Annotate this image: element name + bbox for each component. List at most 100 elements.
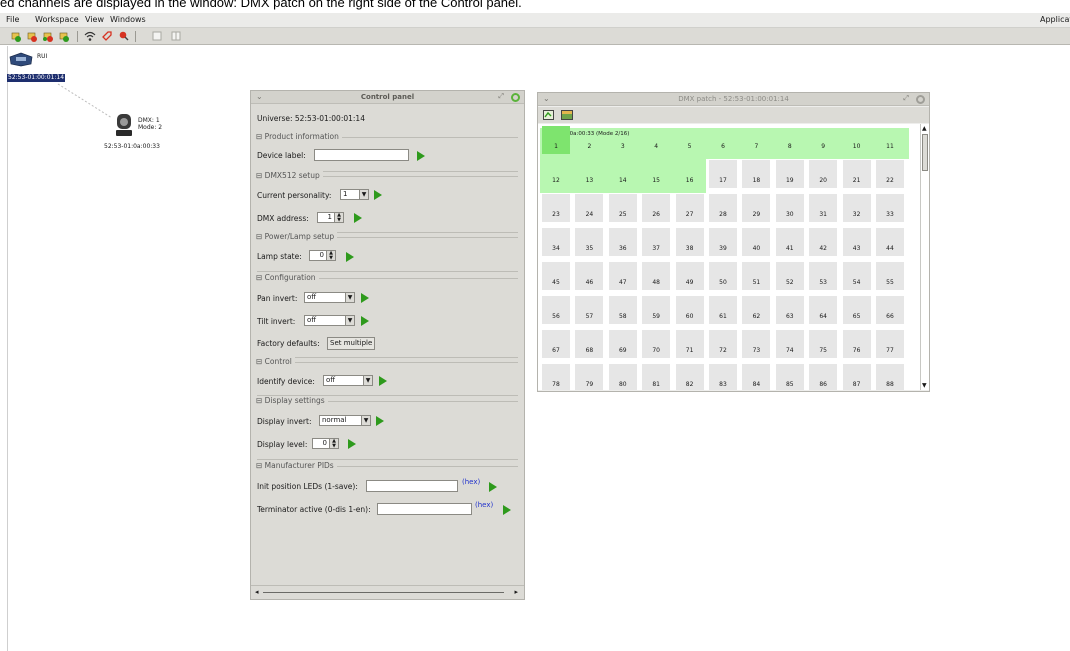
dmx-channel-40[interactable]: 40 [742, 228, 771, 256]
dmx-channel-43[interactable]: 43 [842, 228, 871, 256]
dmx-channel-83[interactable]: 83 [709, 364, 737, 390]
apply-dmx-address-icon[interactable] [354, 213, 362, 223]
terminator-input[interactable] [377, 503, 472, 515]
spin-arrows-icon[interactable]: ▲ ▼ [326, 251, 335, 260]
dmx-channel-grid[interactable]: 52:53-01:0a:00:33 (Mode 2/16) 1 2 3 4 5 6 7 8 9 10… [538, 124, 921, 390]
dmx-channel-21[interactable]: 21 [842, 160, 871, 188]
dmx-channel-64[interactable]: 64 [809, 296, 838, 324]
rui-device-icon[interactable] [9, 51, 33, 67]
scroll-track[interactable] [263, 592, 504, 593]
section-product-information[interactable]: ⊟ Product information [256, 132, 518, 141]
dmx-channel-84[interactable]: 84 [742, 364, 771, 390]
apply-display-level-icon[interactable] [348, 439, 356, 449]
dmx-channel-11[interactable]: 11 [876, 126, 904, 154]
dmx-channel-73[interactable]: 73 [742, 330, 771, 358]
pin-icon[interactable]: ⤢ [903, 94, 909, 103]
dmx-channel-77[interactable]: 77 [876, 330, 904, 358]
section-configuration[interactable]: ⊟ Configuration [256, 273, 518, 282]
dmx-channel-33[interactable]: 33 [876, 194, 904, 222]
close-icon[interactable] [511, 93, 520, 102]
dmx-channel-29[interactable]: 29 [742, 194, 771, 222]
dmx-channel-51[interactable]: 51 [742, 262, 771, 290]
display-invert-select[interactable]: normal ▼ [319, 415, 371, 426]
dmx-channel-18[interactable]: 18 [742, 160, 771, 188]
dmx-channel-85[interactable]: 85 [775, 364, 804, 390]
dmx-channel-86[interactable]: 86 [809, 364, 838, 390]
dmx-channel-57[interactable]: 57 [575, 296, 604, 324]
section-power-lamp[interactable]: ⊟ Power/Lamp setup [256, 232, 518, 241]
dmx-channel-31[interactable]: 31 [809, 194, 838, 222]
doc-icon[interactable] [151, 30, 163, 42]
dmx-channel-52[interactable]: 52 [775, 262, 804, 290]
dmx-channel-32[interactable]: 32 [842, 194, 871, 222]
dmx-channel-6[interactable]: 6 [709, 126, 737, 154]
dmx-channel-37[interactable]: 37 [642, 228, 671, 256]
dmx-channel-39[interactable]: 39 [709, 228, 737, 256]
dmx-channel-56[interactable]: 56 [542, 296, 570, 324]
dmx-channel-25[interactable]: 25 [608, 194, 637, 222]
scroll-right-icon[interactable]: ▸ [514, 588, 518, 596]
dmx-channel-5[interactable]: 5 [676, 126, 704, 154]
dmx-channel-72[interactable]: 72 [709, 330, 737, 358]
dmx-channel-65[interactable]: 65 [842, 296, 871, 324]
menu-applications[interactable]: Applicati [1040, 15, 1070, 24]
dmx-channel-28[interactable]: 28 [709, 194, 737, 222]
tilt-invert-select[interactable]: off ▼ [304, 315, 355, 326]
dmx-channel-60[interactable]: 60 [675, 296, 704, 324]
dmx-channel-53[interactable]: 53 [809, 262, 838, 290]
apply-init-position-icon[interactable] [489, 482, 497, 492]
apply-lamp-state-icon[interactable] [346, 252, 354, 262]
dmx-channel-15[interactable]: 15 [642, 160, 670, 188]
spin-arrows-icon[interactable]: ▲ ▼ [329, 439, 338, 448]
dmx-channel-24[interactable]: 24 [575, 194, 604, 222]
dmx-channel-54[interactable]: 54 [842, 262, 871, 290]
device-label-input[interactable] [314, 149, 409, 161]
section-manufacturer-pids[interactable]: ⊟ Manufacturer PIDs [256, 461, 518, 470]
dmx-channel-13[interactable]: 13 [575, 160, 603, 188]
dmx-patch-titlebar[interactable]: ⌄ DMX patch - 52:53-01:00:01:14 ⤢ [538, 93, 929, 106]
apply-device-label-icon[interactable] [417, 151, 425, 161]
dmx-channel-1[interactable]: 1 [542, 126, 570, 154]
dmx-channel-19[interactable]: 19 [775, 160, 804, 188]
dmx-channel-3[interactable]: 3 [609, 126, 637, 154]
dmx-channel-9[interactable]: 9 [809, 126, 837, 154]
dmx-channel-38[interactable]: 38 [675, 228, 704, 256]
rui-uid[interactable]: 52:53-01:00:01:14 [7, 74, 66, 82]
dmx-channel-45[interactable]: 45 [542, 262, 570, 290]
dmx-channel-27[interactable]: 27 [675, 194, 704, 222]
dmx-channel-48[interactable]: 48 [642, 262, 671, 290]
apply-personality-icon[interactable] [374, 190, 382, 200]
identify-device-select[interactable]: off ▼ [323, 375, 373, 386]
dmx-vscrollbar[interactable]: ▲ ▼ [920, 124, 929, 390]
dmx-channel-80[interactable]: 80 [608, 364, 637, 390]
dmx-channel-8[interactable]: 8 [776, 126, 804, 154]
moving-head-icon[interactable] [114, 113, 134, 137]
dmx-channel-75[interactable]: 75 [809, 330, 838, 358]
dmx-channel-62[interactable]: 62 [742, 296, 771, 324]
dmx-channel-79[interactable]: 79 [575, 364, 604, 390]
scroll-up-icon[interactable]: ▲ [922, 125, 927, 132]
dmx-channel-23[interactable]: 23 [542, 194, 570, 222]
dmx-channel-10[interactable]: 10 [843, 126, 871, 154]
dmx-channel-87[interactable]: 87 [842, 364, 871, 390]
display-level-spinner[interactable]: 0 ▲ ▼ [312, 438, 339, 449]
auto-patch-icon[interactable] [543, 110, 554, 120]
pin-icon[interactable]: ⤢ [498, 92, 504, 101]
close-icon[interactable] [916, 95, 925, 104]
section-dmx512-setup[interactable]: ⊟ DMX512 setup [256, 171, 518, 180]
dmx-channel-76[interactable]: 76 [842, 330, 871, 358]
control-panel-titlebar[interactable]: ⌄ Control panel ⤢ [251, 91, 524, 104]
lamp-state-spinner[interactable]: 0 ▲ ▼ [309, 250, 336, 261]
dmx-channel-41[interactable]: 41 [775, 228, 804, 256]
dmx-channel-26[interactable]: 26 [642, 194, 671, 222]
section-display-settings[interactable]: ⊟ Display settings [256, 396, 518, 405]
dmx-channel-14[interactable]: 14 [609, 160, 637, 188]
grid-icon[interactable] [170, 30, 182, 42]
dmx-channel-74[interactable]: 74 [775, 330, 804, 358]
dmx-channel-2[interactable]: 2 [575, 126, 603, 154]
apply-identify-icon[interactable] [379, 376, 387, 386]
pan-invert-select[interactable]: off ▼ [304, 292, 355, 303]
scroll-left-icon[interactable]: ◂ [255, 588, 259, 596]
dmx-channel-82[interactable]: 82 [675, 364, 704, 390]
dmx-channel-30[interactable]: 30 [775, 194, 804, 222]
